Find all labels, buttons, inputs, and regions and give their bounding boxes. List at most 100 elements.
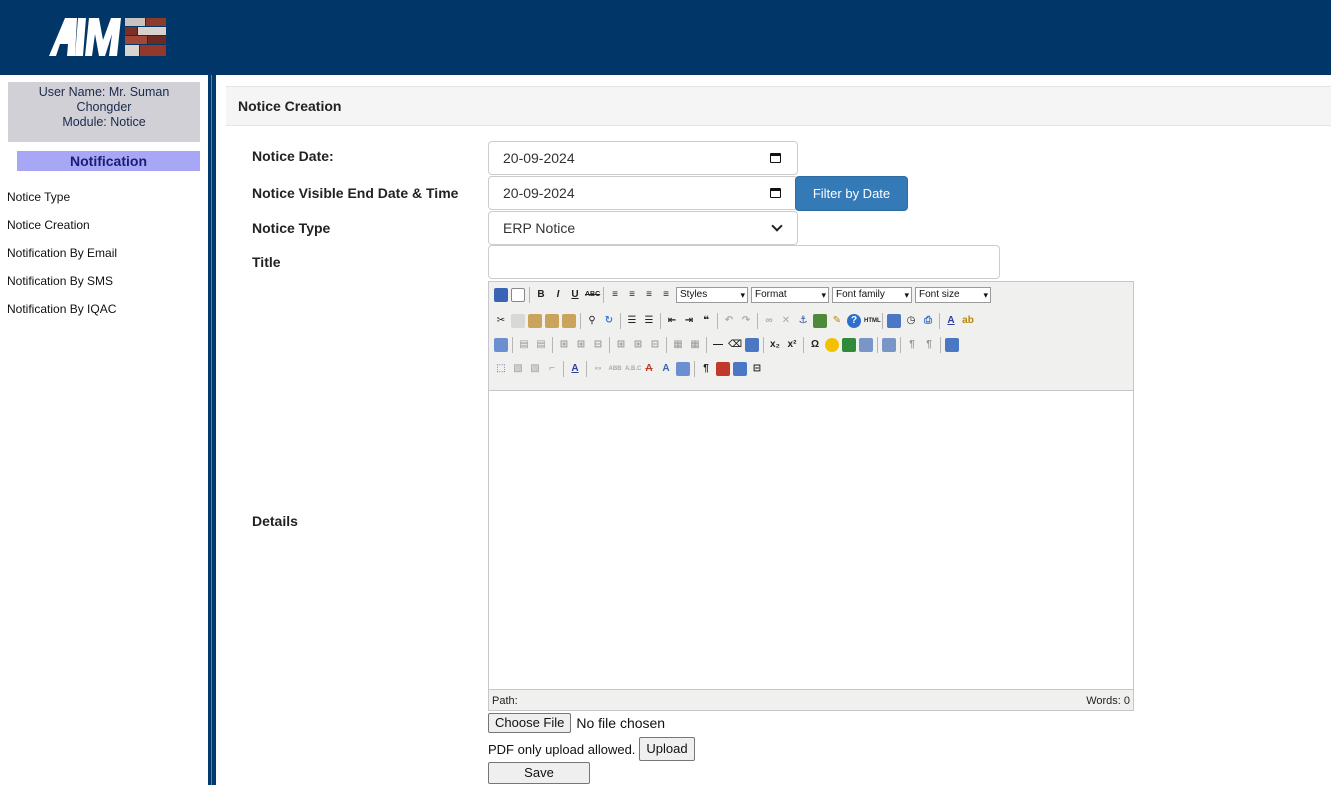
font-family-select[interactable]: Font family (832, 287, 912, 303)
insert-col-before-icon[interactable]: ⊞ (614, 338, 628, 352)
nonbreaking-icon[interactable] (716, 362, 730, 376)
insert-row-after-icon[interactable]: ⊞ (574, 338, 588, 352)
text-color-icon[interactable]: A (944, 314, 958, 328)
move-forward-icon[interactable]: ▧ (511, 362, 525, 376)
redo-icon[interactable]: ↷ (739, 314, 753, 328)
unlink-icon[interactable]: ✕ (779, 314, 793, 328)
acronym-icon[interactable]: A.B.C (625, 362, 641, 376)
absolute-position-icon[interactable]: ⌐ (545, 362, 559, 376)
cut-icon[interactable]: ✂ (494, 314, 508, 328)
remove-format-icon[interactable]: ⌫ (728, 338, 742, 352)
html-source-icon[interactable]: HTML (864, 314, 881, 328)
save-icon[interactable] (494, 288, 508, 302)
align-center-icon[interactable]: ≡ (625, 288, 639, 302)
title-input[interactable] (488, 245, 1000, 279)
emoticon-icon[interactable] (825, 338, 839, 352)
visual-chars-icon[interactable]: ¶ (699, 362, 713, 376)
special-char-icon[interactable]: Ω (808, 338, 822, 352)
attributes-icon[interactable] (676, 362, 690, 376)
outdent-icon[interactable]: ⇤ (665, 314, 679, 328)
toolbar-separator (717, 313, 718, 329)
calendar-icon[interactable] (770, 153, 781, 163)
advhr-icon[interactable] (859, 338, 873, 352)
notice-date-input[interactable]: 20-09-2024 (488, 141, 798, 175)
rtl-icon[interactable]: ¶ (922, 338, 936, 352)
align-justify-icon[interactable]: ≡ (659, 288, 673, 302)
format-select[interactable]: Format (751, 287, 829, 303)
strikethrough-icon[interactable]: ABC (585, 288, 600, 302)
merge-cells-icon[interactable]: ▦ (688, 338, 702, 352)
styles-select[interactable]: Styles (676, 287, 748, 303)
help-icon[interactable]: ? (847, 314, 861, 328)
blockquote-icon[interactable]: ❝ (699, 314, 713, 328)
undo-icon[interactable]: ↶ (722, 314, 736, 328)
delete-row-icon[interactable]: ⊟ (591, 338, 605, 352)
paste-icon[interactable] (528, 314, 542, 328)
delete-col-icon[interactable]: ⊟ (648, 338, 662, 352)
ltr-icon[interactable]: ¶ (905, 338, 919, 352)
bold-icon[interactable]: B (534, 288, 548, 302)
superscript-icon[interactable]: x² (785, 338, 799, 352)
paste-text-icon[interactable] (545, 314, 559, 328)
table-cell-props-icon[interactable]: ▤ (534, 338, 548, 352)
print-icon[interactable] (882, 338, 896, 352)
preview-icon[interactable]: ⎙ (921, 314, 935, 328)
aims-logo[interactable] (45, 14, 171, 60)
visual-aid-icon[interactable] (745, 338, 759, 352)
insert-row-before-icon[interactable]: ⊞ (557, 338, 571, 352)
underline-icon[interactable]: U (568, 288, 582, 302)
link-icon[interactable]: ∞ (762, 314, 776, 328)
background-color-icon[interactable]: ab (961, 314, 975, 328)
sidebar-item-notification-by-iqac[interactable]: Notification By IQAC (7, 301, 117, 329)
cleanup-icon[interactable]: ✎ (830, 314, 844, 328)
insert-text-icon[interactable]: A (659, 362, 673, 376)
abbr-icon[interactable]: ABB (608, 362, 622, 376)
horizontal-rule-icon[interactable]: — (711, 338, 725, 352)
table-row-props-icon[interactable]: ▤ (517, 338, 531, 352)
move-backward-icon[interactable]: ▧ (528, 362, 542, 376)
find-icon[interactable]: ⚲ (585, 314, 599, 328)
style-props-icon[interactable]: A (568, 362, 582, 376)
copy-icon[interactable] (511, 314, 525, 328)
replace-icon[interactable]: ↻ (602, 314, 616, 328)
subscript-icon[interactable]: x₂ (768, 338, 782, 352)
sidebar-item-notice-type[interactable]: Notice Type (7, 189, 117, 217)
indent-icon[interactable]: ⇥ (682, 314, 696, 328)
sidebar-item-notification-by-email[interactable]: Notification By Email (7, 245, 117, 273)
toolbar-separator (512, 337, 513, 353)
filter-by-date-button[interactable]: Filter by Date (795, 176, 908, 211)
notice-type-select[interactable]: ERP Notice (488, 211, 798, 245)
bullet-list-icon[interactable]: ☰ (625, 314, 639, 328)
delete-text-icon[interactable]: A (642, 362, 656, 376)
template-icon[interactable] (733, 362, 747, 376)
insert-date-icon[interactable] (887, 314, 901, 328)
pagebreak-icon[interactable]: ⊟ (750, 362, 764, 376)
anchor-icon[interactable]: ⚓ (796, 314, 810, 328)
insert-layer-icon[interactable]: ⬚ (494, 362, 508, 376)
end-date-input[interactable]: 20-09-2024 (488, 176, 798, 210)
image-icon[interactable] (813, 314, 827, 328)
new-document-icon[interactable] (511, 288, 525, 302)
editor-content-area[interactable] (489, 390, 1133, 690)
toolbar-separator (940, 337, 941, 353)
align-right-icon[interactable]: ≡ (642, 288, 656, 302)
cite-icon[interactable]: «» (591, 362, 605, 376)
media-icon[interactable] (842, 338, 856, 352)
save-button[interactable]: Save (488, 762, 590, 784)
align-left-icon[interactable]: ≡ (608, 288, 622, 302)
calendar-icon[interactable] (770, 188, 781, 198)
font-size-select[interactable]: Font size (915, 287, 991, 303)
split-cells-icon[interactable]: ▦ (671, 338, 685, 352)
upload-button[interactable]: Upload (639, 737, 695, 761)
paste-word-icon[interactable] (562, 314, 576, 328)
choose-file-button[interactable]: Choose File (488, 713, 572, 733)
insert-col-after-icon[interactable]: ⊞ (631, 338, 645, 352)
fullscreen-icon[interactable] (945, 338, 959, 352)
sidebar-item-notification-by-sms[interactable]: Notification By SMS (7, 273, 117, 301)
upload-hint: PDF only upload allowed. (488, 741, 636, 757)
numbered-list-icon[interactable]: ☰ (642, 314, 656, 328)
insert-time-icon[interactable]: ◷ (904, 314, 918, 328)
table-icon[interactable] (494, 338, 508, 352)
sidebar-item-notice-creation[interactable]: Notice Creation (7, 217, 117, 245)
italic-icon[interactable]: I (551, 288, 565, 302)
